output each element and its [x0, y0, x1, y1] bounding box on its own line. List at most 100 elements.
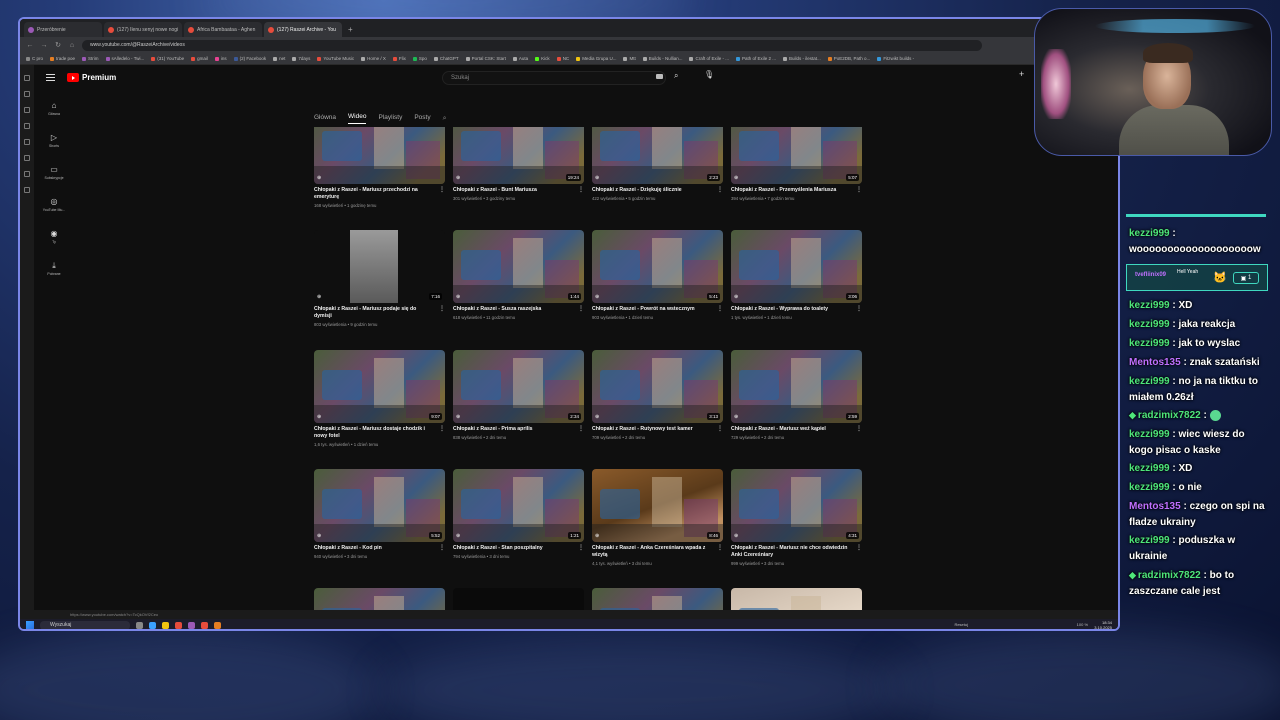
sidebar-app-icon[interactable]: [24, 107, 30, 113]
watch-later-icon[interactable]: ⊕: [317, 294, 321, 300]
search-icon[interactable]: ⌕: [674, 71, 678, 81]
video-thumbnail[interactable]: ⊕ 2:59: [731, 350, 862, 423]
bookmark-item[interactable]: Fitzwikt builds -: [877, 56, 914, 61]
video-title[interactable]: Chłopaki z Raszei - Powrót na wstecznym ⋮: [592, 306, 723, 313]
video-thumbnail[interactable]: ⊕2:03: [731, 588, 862, 610]
video-title[interactable]: Chłopaki z Raszei - Prima aprilis ⋮: [453, 426, 584, 433]
app-icon[interactable]: [214, 621, 221, 629]
sidebar-app-icon[interactable]: [24, 155, 30, 161]
browser-tab[interactable]: Africa Bambaataa - Aghen: [184, 22, 262, 37]
guide-item-shorts[interactable]: ▷ Shorts: [34, 125, 74, 157]
opera-icon[interactable]: [175, 621, 182, 629]
video-card[interactable]: ⊕ 7:16 Chłopaki z Raszei - Mariusz podaje …: [314, 230, 445, 327]
create-icon[interactable]: +: [1019, 69, 1024, 79]
guide-item-subscriptions[interactable]: ▭ Subskrypcje: [34, 157, 74, 189]
bookmark-item[interactable]: Path of Exile 2 ...: [735, 56, 776, 61]
video-thumbnail[interactable]: ⊕ 1:44: [453, 230, 584, 303]
guide-item-downloads[interactable]: ⤓ Pobrane: [34, 253, 74, 285]
video-title[interactable]: Chłopaki z Raszei - Mariusz weź kąpiel ⋮: [731, 426, 862, 433]
taskbar-clock[interactable]: 18:34 3.10.2025: [1094, 620, 1112, 629]
video-card[interactable]: ⊕ Chłopaki z Raszei - Mariusz przechodzi …: [314, 127, 445, 208]
bookmark-item[interactable]: Builds - Nullian...: [642, 56, 682, 61]
watch-later-icon[interactable]: ⊕: [456, 175, 460, 181]
search-input[interactable]: Szukaj: [442, 71, 666, 85]
guide-item-youtube-music[interactable]: ◎ YouTube Mu...: [34, 189, 74, 221]
tab-główna[interactable]: Główna: [314, 114, 336, 124]
video-title[interactable]: Chłopaki z Raszei - Mariusz nie chce odw…: [731, 545, 862, 559]
video-title[interactable]: Chłopaki z Raszei - Stan poszpitalny ⋮: [453, 545, 584, 552]
video-card[interactable]: ⊕ 2:23 Chłopaki z Raszei - Dziękuję śliczn…: [592, 127, 723, 201]
video-card[interactable]: ⊕ 2:34 Chłopaki z Raszei - Prima aprilis ⋮ 8…: [453, 350, 584, 440]
video-thumbnail[interactable]: ⊕ 3:06: [731, 230, 862, 303]
guide-item-you[interactable]: ◉ Ty: [34, 221, 74, 253]
watch-later-icon[interactable]: ⊕: [595, 414, 599, 420]
video-title[interactable]: Chłopaki z Raszei - Mariusz dostaje chod…: [314, 426, 445, 440]
video-card[interactable]: ⊕0:49: [314, 588, 445, 610]
watch-later-icon[interactable]: ⊕: [456, 414, 460, 420]
watch-later-icon[interactable]: ⊕: [456, 533, 460, 539]
youtube-logo[interactable]: Premium: [67, 73, 116, 82]
microphone-icon[interactable]: 🎙: [704, 70, 714, 79]
sidebar-app-icon[interactable]: [24, 171, 30, 177]
bookmark-item[interactable]: ChatGPT: [433, 56, 459, 61]
chat-username[interactable]: radzimix7822: [1138, 570, 1201, 581]
bookmark-item[interactable]: 7days: [292, 56, 310, 61]
bookmark-item[interactable]: Auta: [512, 56, 528, 61]
more-options-icon[interactable]: ⋮: [578, 306, 584, 313]
bookmark-item[interactable]: gmail: [191, 56, 208, 61]
bookmark-item[interactable]: Portal CSK: Start: [465, 56, 506, 61]
bookmark-item[interactable]: (31) YouTube: [151, 56, 184, 61]
more-options-icon[interactable]: ⋮: [578, 426, 584, 433]
watch-later-icon[interactable]: ⊕: [595, 294, 599, 300]
video-thumbnail[interactable]: ⊕ 19:24: [453, 127, 584, 184]
bookmark-item[interactable]: (2) Facebook: [233, 56, 266, 61]
video-thumbnail[interactable]: ⊕ 7:16: [314, 230, 445, 303]
watch-later-icon[interactable]: ⊕: [734, 533, 738, 539]
bookmark-item[interactable]: YouTube Music: [317, 56, 354, 61]
more-options-icon[interactable]: ⋮: [439, 187, 445, 194]
new-tab-icon[interactable]: +: [344, 22, 357, 37]
video-thumbnail[interactable]: ⊕: [314, 127, 445, 184]
video-card[interactable]: ⊕ 9:07 Chłopaki z Raszei - Mariusz dostaje…: [314, 350, 445, 447]
video-card[interactable]: ⊕ 3:06 Chłopaki z Raszei - Wyprawa do toal…: [731, 230, 862, 320]
more-options-icon[interactable]: ⋮: [578, 187, 584, 194]
video-thumbnail[interactable]: ⊕ 2:23: [592, 127, 723, 184]
chat-username[interactable]: radzimix7822: [1138, 410, 1201, 421]
video-card[interactable]: ⊕1:50: [592, 588, 723, 610]
tab-posty[interactable]: Posty: [414, 114, 430, 124]
watch-later-icon[interactable]: ⊕: [595, 175, 599, 181]
bookmark-item[interactable]: Home / X: [361, 56, 386, 61]
browser-tab[interactable]: (127) Raszei Archive - You: [264, 22, 342, 37]
url-field[interactable]: www.youtube.com/@RaszeiArchive/videos: [82, 39, 982, 51]
bookmark-item[interactable]: C pro: [26, 56, 43, 61]
chat-username[interactable]: kezzi999: [1129, 300, 1170, 311]
video-card[interactable]: ⊕ 1:21 Chłopaki z Raszei - Stan poszpitaln…: [453, 469, 584, 559]
hamburger-menu-icon[interactable]: [46, 74, 55, 81]
more-options-icon[interactable]: ⋮: [856, 545, 862, 552]
more-options-icon[interactable]: ⋮: [856, 426, 862, 433]
video-card[interactable]: ⊕0:59: [453, 588, 584, 610]
chat-username[interactable]: kezzi999: [1129, 535, 1170, 546]
watch-later-icon[interactable]: ⊕: [317, 533, 321, 539]
bookmark-item[interactable]: PoE2DB, Path o...: [827, 56, 870, 61]
bookmark-item[interactable]: trade poe: [50, 56, 75, 61]
video-title[interactable]: Chłopaki z Raszei - Dziękuję ślicznie ⋮: [592, 187, 723, 194]
more-options-icon[interactable]: ⋮: [717, 306, 723, 313]
reload-icon[interactable]: ↻: [54, 41, 62, 49]
sidebar-app-icon[interactable]: [24, 75, 30, 81]
video-title[interactable]: Chłopaki z Raszei - Susza raszejska ⋮: [453, 306, 584, 313]
watch-later-icon[interactable]: ⊕: [734, 294, 738, 300]
video-card[interactable]: ⊕2:03: [731, 588, 862, 610]
video-thumbnail[interactable]: ⊕ 9:07: [314, 350, 445, 423]
video-thumbnail[interactable]: ⊕ 1:21: [453, 469, 584, 542]
bookmark-item[interactable]: Media Grupa U...: [576, 56, 616, 61]
forward-icon[interactable]: →: [40, 42, 48, 49]
video-card[interactable]: ⊕ 8:46 Chłopaki z Raszei - Anka Czereśniar…: [592, 469, 723, 566]
browser-tab[interactable]: Przeróbrenie: [24, 22, 102, 37]
back-icon[interactable]: ←: [26, 42, 34, 49]
more-options-icon[interactable]: ⋮: [717, 187, 723, 194]
edge-icon[interactable]: [149, 621, 156, 629]
more-options-icon[interactable]: ⋮: [717, 426, 723, 433]
bookmark-item[interactable]: Mtt: [623, 56, 636, 61]
sidebar-app-icon[interactable]: [24, 91, 30, 97]
